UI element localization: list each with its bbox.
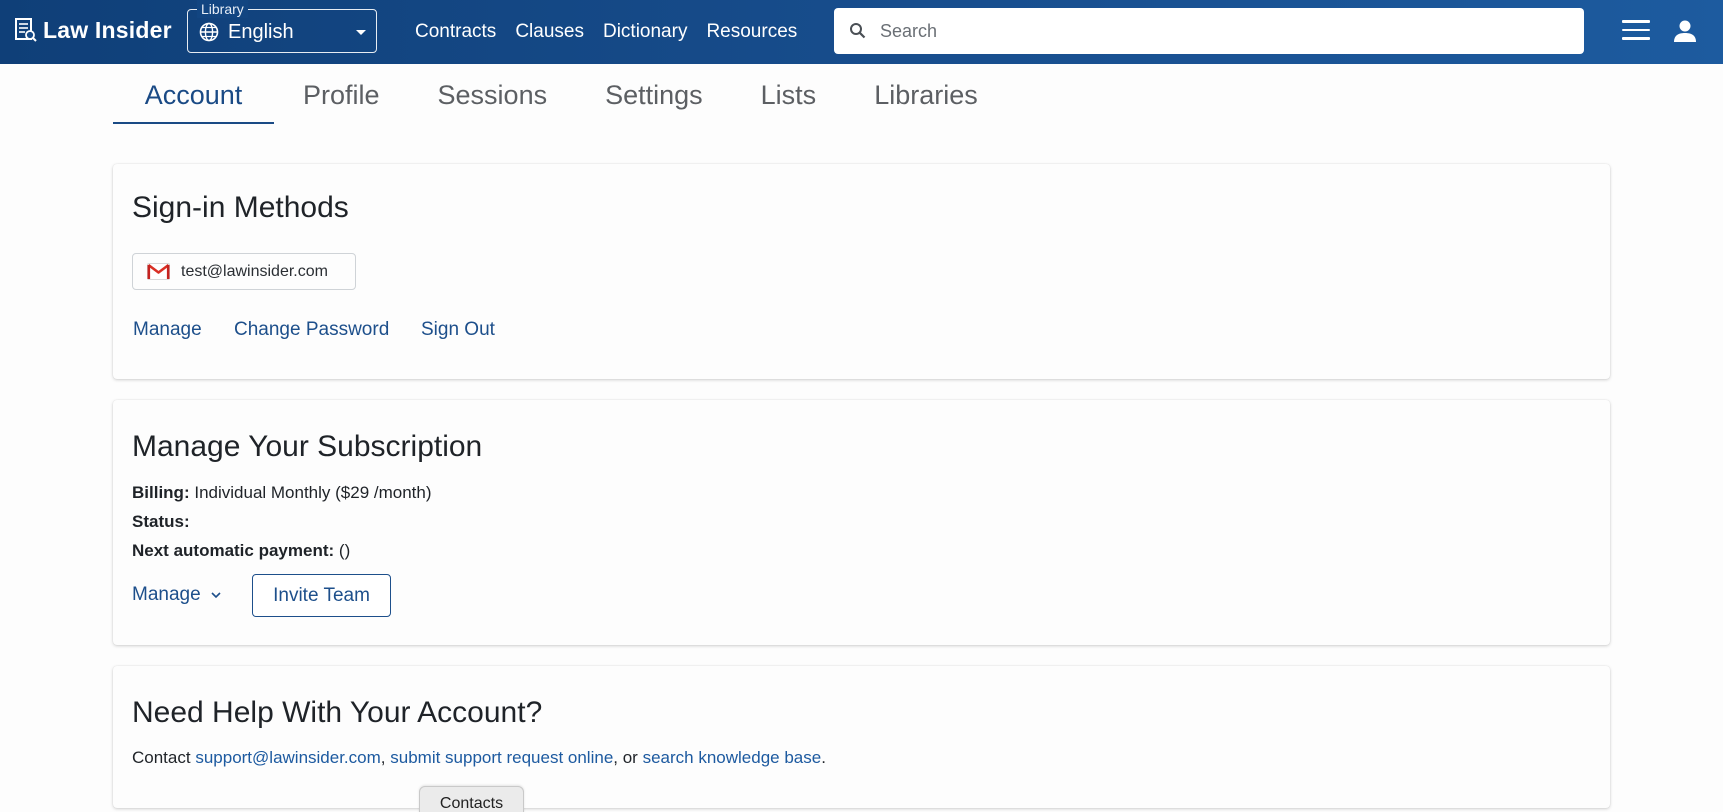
tab-sessions[interactable]: Sessions [438,72,548,124]
subscription-title: Manage Your Subscription [132,430,483,463]
help-prefix: Contact [132,748,191,767]
library-language-select[interactable]: Library English [187,0,377,53]
search-input[interactable] [880,16,1560,46]
nav-contracts[interactable]: Contracts [415,21,496,43]
manage-signin-link[interactable]: Manage [133,319,202,341]
billing-value: Individual Monthly ($29 /month) [194,483,432,502]
status-line: Status: [132,512,190,532]
status-label: Status: [132,512,190,531]
tab-lists[interactable]: Lists [761,72,817,124]
support-email-link[interactable]: support@lawinsider.com [195,748,380,767]
tab-account[interactable]: Account [113,72,274,124]
search-bar [834,8,1584,54]
gmail-icon [147,263,170,280]
next-payment-value: () [338,541,351,560]
chevron-down-icon [211,592,221,599]
manage-subscription-label: Manage [132,584,201,605]
knowledge-base-link[interactable]: search knowledge base [643,748,822,767]
subscription-card: Manage Your Subscription Billing: Indivi… [113,400,1610,645]
help-card: Need Help With Your Account? Contact sup… [113,666,1610,808]
library-select-label: Library [197,0,248,18]
signin-email: test@lawinsider.com [181,262,328,280]
hamburger-menu-icon[interactable] [1622,20,1650,42]
logo-text: Law Insider [43,16,172,43]
main-nav: Contracts Clauses Dictionary Resources [415,21,816,43]
nav-resources[interactable]: Resources [706,21,797,43]
top-navbar: Law Insider Library English Contracts Cl… [0,0,1723,64]
book-logo-icon [15,18,37,42]
help-separator-2: , or [613,748,638,767]
help-contact-text: Contact support@lawinsider.com, submit s… [132,748,826,768]
globe-icon [199,22,219,42]
library-select-value: English [228,21,294,43]
support-request-link[interactable]: submit support request online [390,748,613,767]
email-signin-chip: test@lawinsider.com [132,253,356,290]
account-tabs: Account Profile Sessions Settings Lists … [113,72,978,124]
help-title: Need Help With Your Account? [132,696,543,729]
next-payment-line: Next automatic payment: () [132,541,350,561]
tab-profile[interactable]: Profile [303,72,380,124]
contacts-tab[interactable]: Contacts [419,786,524,812]
signin-methods-title: Sign-in Methods [132,191,349,224]
billing-line: Billing: Individual Monthly ($29 /month) [132,483,432,503]
next-payment-label: Next automatic payment: [132,541,335,560]
nav-clauses[interactable]: Clauses [515,21,584,43]
invite-team-button[interactable]: Invite Team [252,574,391,617]
billing-label: Billing: [132,483,190,502]
manage-subscription-dropdown[interactable]: Manage [132,584,222,606]
help-separator-1: , [380,748,386,767]
user-icon[interactable] [1672,18,1698,44]
tab-libraries[interactable]: Libraries [874,72,978,124]
help-suffix: . [821,748,826,767]
change-password-link[interactable]: Change Password [234,319,389,341]
nav-dictionary[interactable]: Dictionary [603,21,687,43]
search-icon [850,23,866,39]
tab-settings[interactable]: Settings [605,72,703,124]
logo[interactable]: Law Insider [15,16,172,44]
signin-methods-card: Sign-in Methods test@lawinsider.com Mana… [113,164,1610,379]
chevron-down-icon [356,30,366,35]
sign-out-link[interactable]: Sign Out [421,319,495,341]
